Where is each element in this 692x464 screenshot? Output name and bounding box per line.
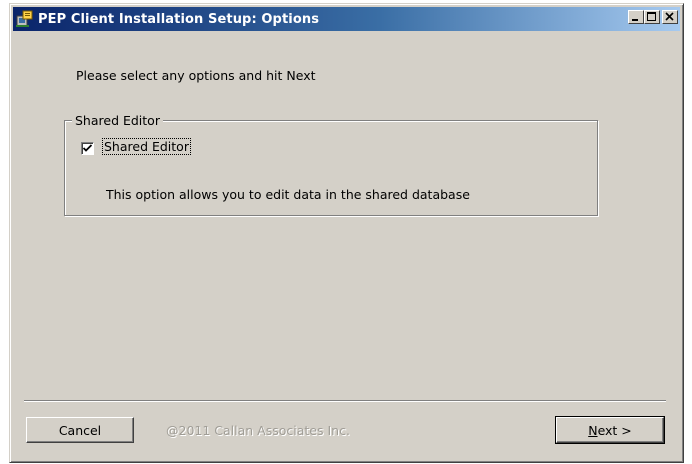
next-button-label: ext > [597,422,632,438]
minimize-button[interactable] [628,10,644,24]
checkmark-icon [83,144,92,152]
groupbox-legend: Shared Editor [72,113,163,128]
maximize-icon [647,12,656,21]
next-accelerator: N [588,422,598,438]
option-description: This option allows you to edit data in t… [106,187,470,202]
cancel-button-label: Cancel [58,422,102,438]
close-icon [665,12,674,21]
next-button[interactable]: Next > [555,416,665,444]
title-bar[interactable]: PEP Client Installation Setup: Options [13,7,680,31]
close-button[interactable] [662,10,678,24]
installer-icon [16,10,34,28]
copyright-text: @2011 Callan Associates Inc. [166,423,350,438]
instruction-text: Please select any options and hit Next [76,68,316,83]
shared-editor-checkbox-label[interactable]: Shared Editor [102,138,191,155]
titlebar-buttons [628,10,678,24]
cancel-button[interactable]: Cancel [26,417,134,443]
window-title: PEP Client Installation Setup: Options [38,11,320,27]
minimize-icon [632,19,638,21]
maximize-button[interactable] [644,10,660,24]
shared-editor-checkbox[interactable] [81,142,94,155]
footer-separator [24,400,666,402]
setup-window: PEP Client Installation Setup: Options P… [9,3,684,463]
